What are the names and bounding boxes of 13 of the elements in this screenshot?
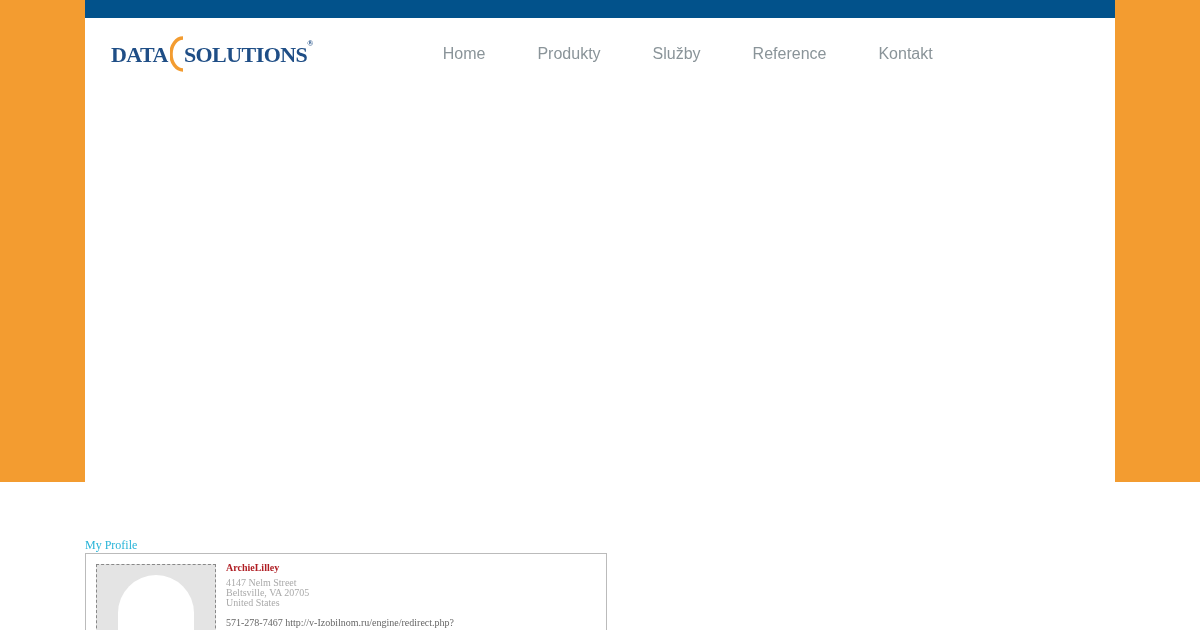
address-line: Beltsville, VA 20705	[226, 588, 311, 598]
nav-link[interactable]: Kontakt	[878, 42, 933, 66]
address-line: 4147 Nelm Street	[226, 578, 298, 588]
nav-link[interactable]: Reference	[752, 42, 827, 66]
crescent-icon	[169, 36, 184, 72]
profile-link[interactable]: My Profile	[85, 537, 1200, 553]
contact-text: 571-278-7467 http://v-Izobilnom.ru/engine/redirect.php?	[226, 618, 454, 628]
nav-link[interactable]: Home	[442, 42, 486, 66]
nav-link[interactable]: Služby	[652, 42, 701, 66]
address-line: United States	[226, 598, 281, 608]
profile-name: ArchieLilley	[226, 563, 281, 573]
logo[interactable]: DATA SOLUTIONS®	[111, 36, 313, 72]
nav-link[interactable]: Produkty	[537, 42, 601, 66]
